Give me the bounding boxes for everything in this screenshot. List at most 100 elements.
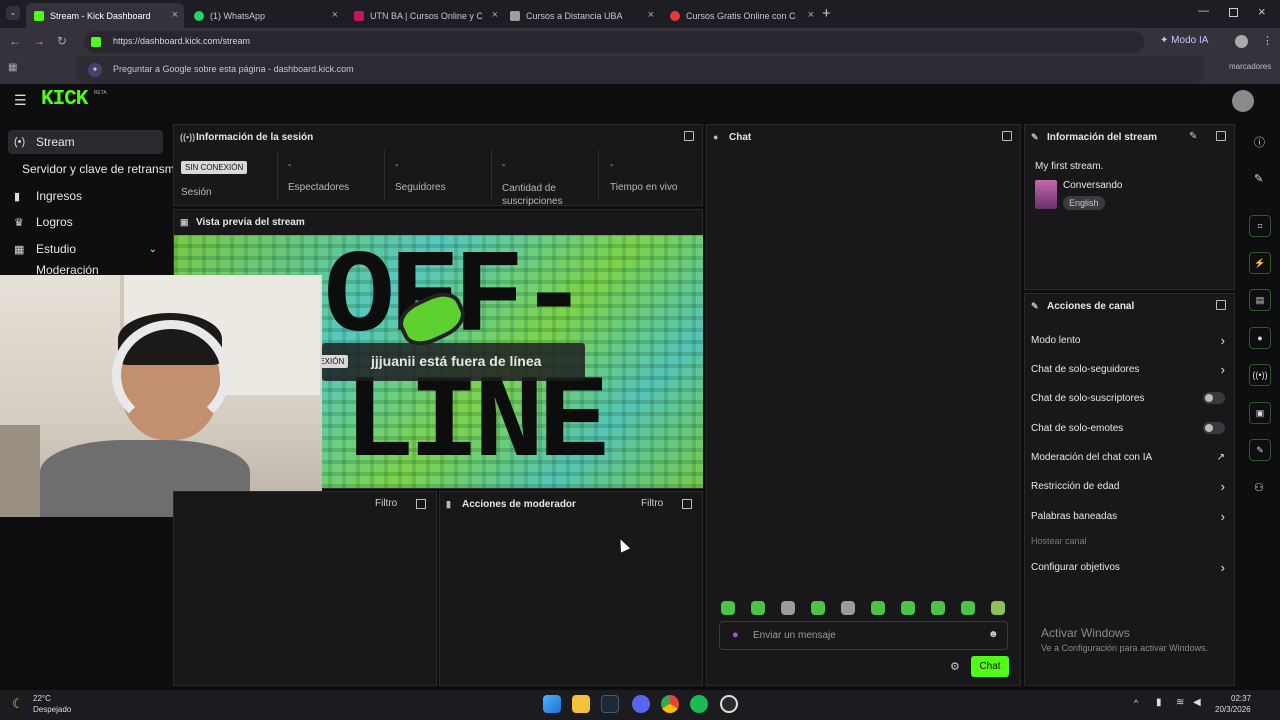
apps-grid-icon[interactable]: ▦ <box>8 62 17 73</box>
bookmarks-label[interactable]: marcadores <box>1229 62 1271 71</box>
back-icon[interactable]: ← <box>9 34 21 48</box>
action-configure-goals[interactable]: Configurar objetivos › <box>1031 557 1229 577</box>
emote-icon[interactable] <box>841 601 855 615</box>
close-tab-icon[interactable]: × <box>332 9 338 21</box>
close-tab-icon[interactable]: × <box>492 9 498 21</box>
sidebar-item-logros[interactable]: ♛ Logros <box>8 210 163 234</box>
tab-uba[interactable]: Cursos a Distancia UBA × <box>502 3 660 28</box>
tab-utn[interactable]: UTN BA | Cursos Online y Carre× <box>346 3 504 28</box>
emote-icon[interactable] <box>781 601 795 615</box>
uba-favicon-icon <box>510 10 520 21</box>
address-bar[interactable]: https://dashboard.kick.com/stream ✦ Modo… <box>84 31 1208 53</box>
emotes-only-toggle[interactable] <box>1203 422 1225 434</box>
mic-tray-icon[interactable]: ▮ <box>1156 697 1162 708</box>
action-banned-words[interactable]: Palabras baneadas › <box>1031 506 1229 526</box>
close-tab-icon[interactable]: × <box>648 9 654 21</box>
webcam-overlay <box>0 275 322 517</box>
emote-icon[interactable] <box>901 601 915 615</box>
omnibox-suggestion[interactable]: ✦ Preguntar a Google sobre esta página -… <box>76 56 1204 84</box>
ai-mode-button[interactable]: ✦ Modo IA <box>1160 35 1208 46</box>
url-text[interactable]: https://dashboard.kick.com/stream <box>113 36 250 46</box>
discord-icon[interactable] <box>632 695 650 713</box>
emoji-icon[interactable]: ☻ <box>988 629 999 640</box>
user-avatar[interactable] <box>1232 90 1254 112</box>
popout-icon[interactable] <box>682 499 692 509</box>
new-tab-button[interactable]: + <box>822 5 831 22</box>
popout-icon[interactable] <box>416 499 426 509</box>
tray-chevron-icon[interactable]: ^ <box>1134 698 1138 708</box>
popout-icon[interactable] <box>1002 131 1012 141</box>
wifi-icon[interactable]: ≋ <box>1176 697 1184 708</box>
emote-icon[interactable] <box>961 601 975 615</box>
sidebar-item-stream[interactable]: (•) Stream <box>8 130 163 154</box>
close-window-button[interactable]: × <box>1258 4 1266 19</box>
chart-icon: ▮ <box>14 190 21 203</box>
emote-icon[interactable] <box>811 601 825 615</box>
windows-start-icon[interactable] <box>543 695 561 713</box>
hamburger-menu-icon[interactable]: ☰ <box>14 92 27 109</box>
rail-window-button[interactable]: ▣ <box>1249 402 1271 424</box>
spotify-icon[interactable] <box>690 695 708 713</box>
maximize-button[interactable] <box>1229 8 1238 17</box>
action-followers-only[interactable]: Chat de solo-seguidores › <box>1031 359 1229 379</box>
minimize-button[interactable]: — <box>1198 5 1209 17</box>
panel-title: Acciones de moderador <box>462 498 576 510</box>
forward-icon[interactable]: → <box>33 34 45 48</box>
language-tag: English <box>1063 196 1105 210</box>
rail-bolt-button[interactable]: ⚡ <box>1249 252 1271 274</box>
panel-title: Vista previa del stream <box>196 216 305 228</box>
action-ai-moderation[interactable]: Moderación del chat con IA ↗ <box>1031 447 1229 467</box>
sidebar-item-ingresos[interactable]: ▮ Ingresos <box>8 184 163 208</box>
browser-menu-icon[interactable]: ⋮ <box>1262 34 1273 47</box>
chrome-icon[interactable] <box>661 695 679 713</box>
chat-settings-icon[interactable]: ⚙ <box>950 660 960 673</box>
rail-note-button[interactable]: ▤ <box>1249 289 1271 311</box>
pencil-icon[interactable]: ✎ <box>1254 172 1263 185</box>
tab-kick[interactable]: Stream - Kick Dashboard × <box>26 3 184 28</box>
category-name[interactable]: Conversando <box>1063 180 1122 191</box>
volume-icon[interactable]: ◀ <box>1193 697 1201 708</box>
steam-icon[interactable] <box>601 695 619 713</box>
kick-header: ☰ KICK BETA <box>0 84 1280 120</box>
emote-icon[interactable] <box>871 601 885 615</box>
edit-icon[interactable]: ✎ <box>1189 131 1197 142</box>
obs-icon[interactable] <box>720 695 738 713</box>
filter-button[interactable]: Filtro <box>375 498 397 509</box>
rail-users-icon[interactable]: ⚇ <box>1254 481 1264 494</box>
emote-icon[interactable] <box>721 601 735 615</box>
close-tab-icon[interactable]: × <box>808 9 814 21</box>
info-icon[interactable]: ⓘ <box>1254 134 1265 150</box>
microphone-icon[interactable]: ● <box>732 629 739 641</box>
profile-avatar[interactable] <box>1235 35 1248 48</box>
close-tab-icon[interactable]: × <box>172 9 178 21</box>
chat-input[interactable]: ● Enviar un mensaje ☻ <box>719 621 1008 650</box>
sidebar-item-estudio[interactable]: ▦ Estudio ⌄ <box>8 237 163 261</box>
kick-logo[interactable]: KICK <box>41 88 88 111</box>
external-link-icon: ↗ <box>1216 451 1225 463</box>
rail-crop-button[interactable]: ⌗ <box>1249 215 1271 237</box>
sidebar-item-moderacion[interactable]: Moderación <box>8 263 163 275</box>
rail-broadcast-button[interactable]: ((•)) <box>1249 364 1271 386</box>
sidebar-item-server-key[interactable]: Servidor y clave de retransmi <box>16 157 176 181</box>
popout-icon[interactable] <box>1216 131 1226 141</box>
action-age-restriction[interactable]: Restricción de edad › <box>1031 476 1229 496</box>
cursos-favicon-icon <box>670 10 680 21</box>
chat-send-button[interactable]: Chat <box>971 656 1009 677</box>
popout-icon[interactable] <box>1216 300 1226 310</box>
ai-search-icon: ✦ <box>88 63 102 77</box>
emote-icon[interactable] <box>991 601 1005 615</box>
action-slow-mode[interactable]: Modo lento › <box>1031 330 1229 350</box>
subscribers-only-toggle[interactable] <box>1203 392 1225 404</box>
rail-wrench-button[interactable]: ✎ <box>1249 439 1271 461</box>
file-explorer-icon[interactable] <box>572 695 590 713</box>
tab-whatsapp[interactable]: (1) WhatsApp × <box>186 3 344 28</box>
reload-icon[interactable]: ↻ <box>57 34 67 48</box>
filter-button[interactable]: Filtro <box>641 498 663 509</box>
tab-list-button[interactable]: ⌄ <box>6 6 20 20</box>
chat-placeholder: Enviar un mensaje <box>753 630 836 641</box>
tab-cursos-gratis[interactable]: Cursos Gratis Online con Certifi× <box>662 3 820 28</box>
rail-chat-button[interactable]: ● <box>1249 327 1271 349</box>
popout-icon[interactable] <box>684 131 694 141</box>
emote-icon[interactable] <box>751 601 765 615</box>
emote-icon[interactable] <box>931 601 945 615</box>
